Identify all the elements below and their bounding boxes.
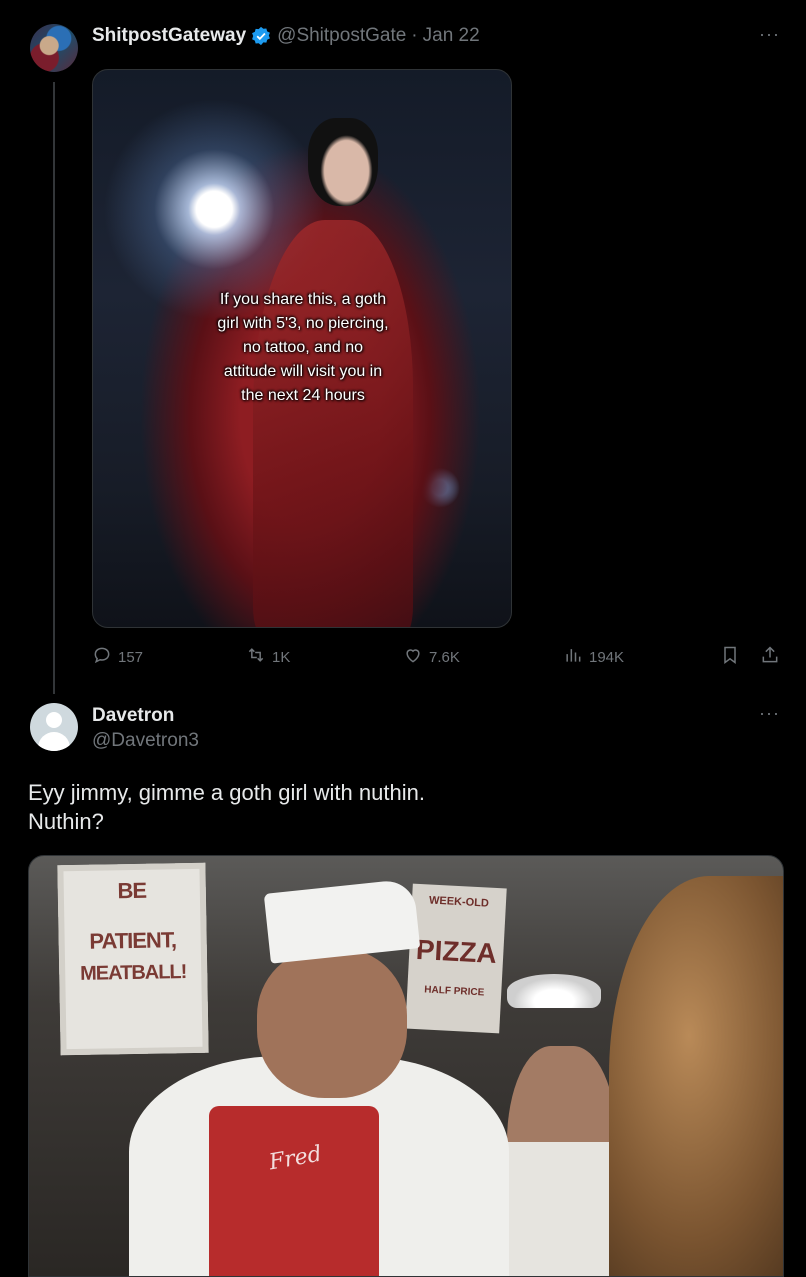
views-button[interactable]: 194K <box>563 645 624 669</box>
more-options-icon[interactable]: ··· <box>759 24 780 45</box>
heart-icon <box>403 645 423 669</box>
hanging-lamp <box>507 974 601 1008</box>
image-caption-overlay: If you share this, a goth girl with 5'3,… <box>217 291 389 404</box>
like-count: 7.6K <box>429 648 460 666</box>
retweet-icon <box>246 645 266 669</box>
reply-text: Eyy jimmy, gimme a goth girl with nuthin… <box>28 780 425 834</box>
sign-line: BE <box>117 877 147 904</box>
author-name[interactable]: ShitpostGateway <box>92 25 246 47</box>
cook-hat <box>263 878 421 964</box>
reply-more-options-icon[interactable]: ··· <box>759 703 780 724</box>
image-figure-body <box>253 220 413 627</box>
tweet-actions: 157 1K 7.6K 194K <box>92 645 782 671</box>
sign-pizza: WEEK-OLD PIZZA HALF PRICE <box>405 883 507 1034</box>
reply-button[interactable]: 157 <box>92 645 143 669</box>
verified-badge-icon[interactable] <box>251 26 271 46</box>
reply-author-name[interactable]: Davetron <box>92 705 174 727</box>
sign-be-patient: BE PATIENT, MEATBALL! <box>57 862 209 1056</box>
sign-line: PATIENT, <box>89 927 177 954</box>
analytics-icon <box>563 645 583 669</box>
reply-count: 157 <box>118 648 144 666</box>
red-apron: Fred <box>209 1106 379 1276</box>
avatar[interactable] <box>30 24 78 72</box>
reply-icon <box>92 645 112 669</box>
bookmark-icon <box>720 645 740 669</box>
default-avatar[interactable] <box>30 703 78 751</box>
like-button[interactable]: 7.6K <box>403 645 460 669</box>
reply-image[interactable]: BE PATIENT, MEATBALL! WEEK-OLD PIZZA HAL… <box>28 855 784 1277</box>
background-cook <box>507 1046 617 1276</box>
share-icon <box>760 645 780 669</box>
author-handle[interactable]: @ShitpostGate <box>277 25 406 47</box>
sign-line: HALF PRICE <box>424 984 485 999</box>
avatar-silhouette-head <box>46 712 62 728</box>
tweet-header: ShitpostGateway @ShitpostGate · Jan 22 <box>92 25 480 47</box>
foreground-hair <box>609 876 783 1276</box>
tweet-image[interactable]: If you share this, a goth girl with 5'3,… <box>92 69 512 628</box>
bookmark-button[interactable] <box>720 645 740 669</box>
image-figure-head <box>308 118 378 206</box>
sign-line: PIZZA <box>415 933 498 970</box>
sign-line: WEEK-OLD <box>428 894 490 910</box>
tweet-date[interactable]: Jan 22 <box>423 25 480 47</box>
retweet-count: 1K <box>272 648 291 666</box>
reply-author-handle[interactable]: @Davetron3 <box>92 730 199 752</box>
avatar-silhouette-body <box>38 732 70 751</box>
separator: · <box>411 25 418 46</box>
sign-line: MEATBALL! <box>79 961 187 985</box>
apron-text: Fred <box>267 1141 324 1176</box>
cook-face <box>257 948 407 1098</box>
thread-connector-line <box>53 82 55 694</box>
view-count: 194K <box>589 648 625 666</box>
share-button[interactable] <box>760 645 780 669</box>
retweet-button[interactable]: 1K <box>246 645 290 669</box>
